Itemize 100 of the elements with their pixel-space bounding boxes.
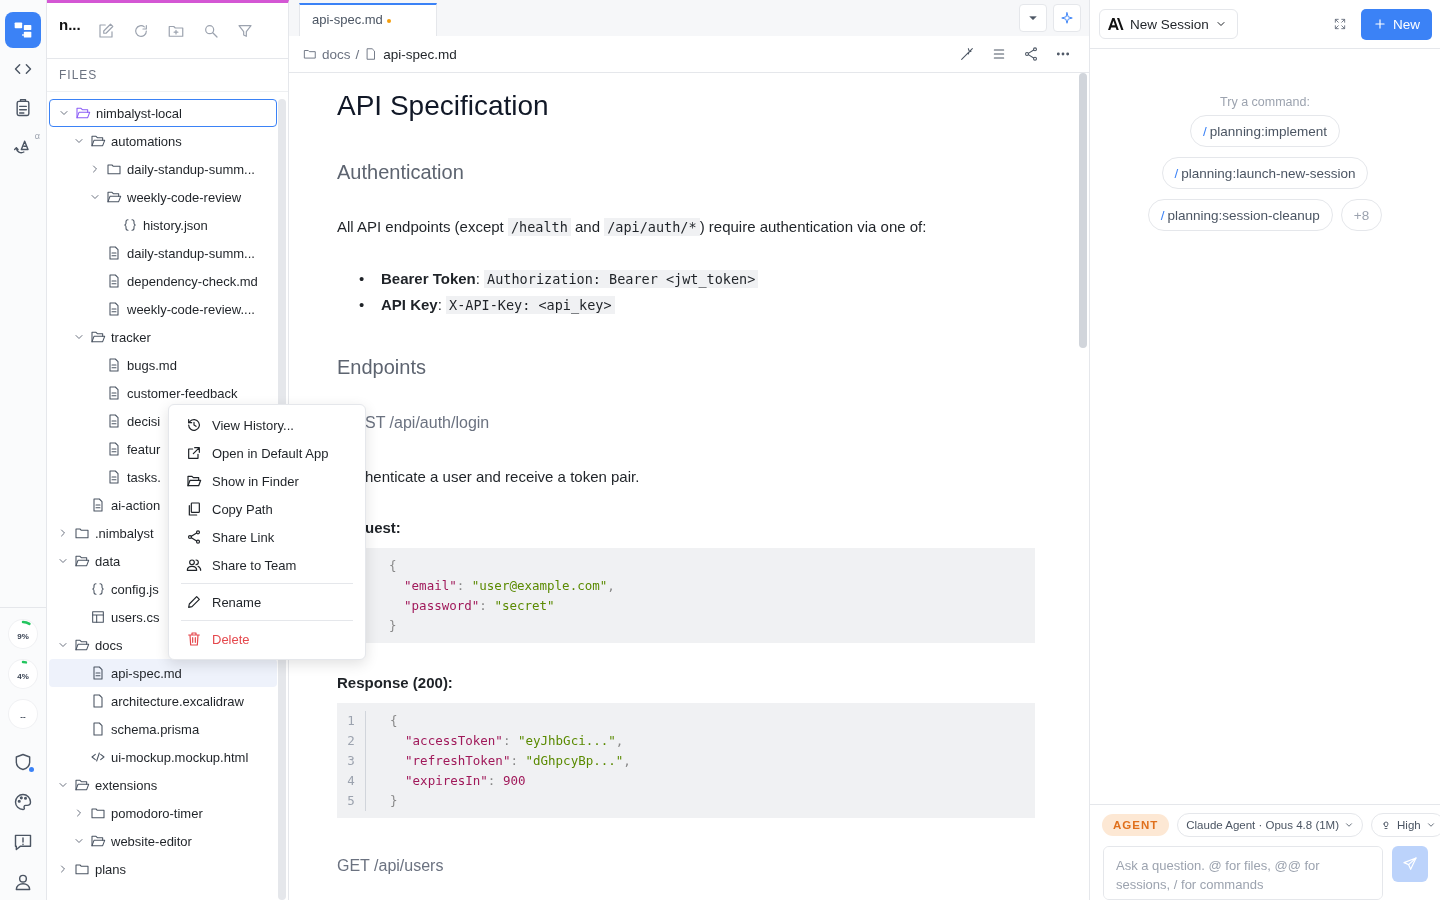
tree-item[interactable]: weekly-code-review [49, 183, 248, 211]
tree-item[interactable]: api-spec.md [49, 659, 277, 687]
effort-selector[interactable]: High [1371, 813, 1440, 837]
tree-item[interactable]: featur [49, 435, 167, 463]
refresh-icon[interactable] [132, 22, 149, 39]
tree-item[interactable]: architecture.excalidraw [49, 687, 250, 715]
folder-icon [186, 473, 202, 489]
external-link-icon [186, 445, 202, 461]
tree-item[interactable]: daily-standup-summ... [49, 155, 261, 183]
code-line: } [389, 617, 398, 635]
line-number: 2 [346, 732, 356, 750]
clipboard-icon[interactable] [13, 98, 33, 118]
new-button[interactable]: New [1361, 8, 1432, 40]
menu-item[interactable]: Share to Team [169, 551, 365, 579]
block-label: uest: [364, 518, 402, 538]
tree-item[interactable]: ui-mockup.mockup.html [49, 743, 255, 771]
tree-item[interactable]: tracker [49, 323, 157, 351]
open-folder-icon [74, 637, 90, 653]
menu-item[interactable]: View History... [169, 411, 365, 439]
menu-item[interactable]: Rename [169, 588, 365, 616]
tree-item[interactable]: ai-action [49, 491, 167, 519]
usage-meter[interactable]: 4% [9, 660, 37, 688]
code-file-icon [90, 749, 106, 765]
file-icon [106, 273, 122, 289]
outline-icon[interactable] [991, 46, 1007, 62]
feedback-icon[interactable] [13, 832, 33, 852]
magic-wand-icon[interactable] [959, 46, 975, 62]
command-chip[interactable]: / planning:launch-new-session [1161, 157, 1369, 189]
command-chip[interactable]: / planning:implement [1190, 115, 1340, 147]
code-line: } [390, 792, 399, 810]
history-icon [186, 417, 202, 433]
logo-icon [1108, 18, 1124, 30]
usage-meter[interactable]: 9% [9, 620, 37, 648]
file-icon [90, 721, 106, 737]
tree-item[interactable]: plans [49, 855, 133, 883]
send-icon [1402, 856, 1418, 872]
usage-meter[interactable]: -- [9, 700, 37, 728]
palette-icon[interactable] [13, 792, 33, 812]
code-line: "password": "secret" [403, 597, 556, 615]
menu-item[interactable]: Delete [169, 625, 365, 653]
sparkle-icon[interactable] [1060, 11, 1074, 25]
menu-item[interactable]: Open in Default App [169, 439, 365, 467]
line-number: 4 [346, 772, 356, 790]
tree-item[interactable]: users.cs [49, 603, 166, 631]
breadcrumb-item[interactable]: api-spec.md [383, 46, 457, 62]
tree-item[interactable]: docs [49, 631, 129, 659]
folder-icon [74, 525, 90, 541]
section-label: FILES [47, 59, 288, 92]
share-icon [186, 529, 202, 545]
tree-item[interactable]: customer-feedback [49, 379, 244, 407]
tree-item[interactable]: daily-standup-summ... [49, 239, 261, 267]
tree-item[interactable]: pomodoro-timer [49, 799, 209, 827]
menu-item[interactable]: Copy Path [169, 495, 365, 523]
expand-icon[interactable] [1333, 17, 1347, 31]
tree-item[interactable]: extensions [49, 771, 164, 799]
model-selector[interactable]: Claude Agent · Opus 4.8 (1M) [1177, 813, 1364, 837]
plus-icon [1373, 17, 1387, 31]
search-icon[interactable] [202, 22, 219, 39]
tree-item[interactable]: website-editor [49, 827, 198, 855]
braces-icon [122, 217, 138, 233]
code-line: "accessToken": "eyJhbGci...", [404, 732, 625, 750]
command-chip[interactable]: / planning:session-cleanup [1147, 199, 1333, 231]
tree-item[interactable]: weekly-code-review.... [49, 295, 261, 323]
line-number: 3 [346, 752, 356, 770]
line-number: 1 [346, 712, 356, 730]
alpha-label: α [34, 131, 40, 141]
section-heading: Endpoints [337, 355, 427, 379]
tree-item[interactable]: automations [49, 127, 188, 155]
scrollbar-thumb[interactable] [1079, 73, 1087, 348]
open-folder-icon [90, 133, 106, 149]
open-folder-icon [74, 553, 90, 569]
braces-icon [90, 581, 106, 597]
tree-item[interactable]: schema.prisma [49, 715, 206, 743]
editor-tab[interactable]: api-spec.md [299, 3, 437, 36]
paragraph: henticate a user and receive a token pair. [364, 467, 641, 487]
person-icon[interactable] [13, 872, 33, 892]
tree-item[interactable]: data [49, 547, 127, 575]
tree-item[interactable]: bugs.md [49, 351, 183, 379]
tree-item[interactable]: .nimbalyst [49, 519, 160, 547]
chevron-icon [1425, 820, 1436, 830]
tree-item[interactable]: decisi [49, 407, 167, 435]
file-icon [106, 357, 122, 373]
send-button[interactable] [1392, 846, 1428, 882]
tree-item[interactable]: dependency-check.md [49, 267, 264, 295]
tree-item[interactable]: history.json [49, 211, 214, 239]
share-icon[interactable] [1023, 46, 1039, 62]
tree-item[interactable]: config.js [49, 575, 165, 603]
endpoint-heading: ST /api/auth/login [364, 413, 491, 433]
filter-icon[interactable] [236, 22, 253, 39]
open-folder-icon [90, 833, 106, 849]
session-selector[interactable]: New Session [1099, 9, 1238, 39]
tree-item[interactable]: tasks. [49, 463, 167, 491]
shield-icon[interactable] [13, 752, 33, 772]
new-file-icon[interactable] [96, 21, 115, 40]
menu-item[interactable]: Show in Finder [169, 467, 365, 495]
breadcrumb-item[interactable]: docs [322, 46, 351, 62]
tree-item[interactable]: nimbalyst-local [49, 99, 277, 127]
explorer-icon[interactable] [13, 20, 33, 40]
menu-item[interactable]: Share Link [169, 523, 365, 551]
message-input[interactable]: Ask a question. @ for files, @@ for sessions, / for commands [1103, 846, 1383, 900]
